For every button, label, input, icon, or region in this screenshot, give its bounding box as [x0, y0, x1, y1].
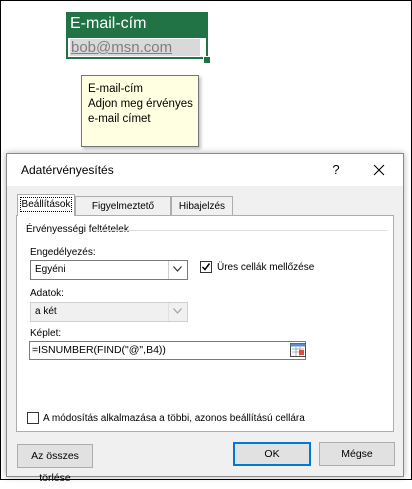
close-icon [373, 164, 385, 176]
tab-error-alert[interactable]: Hibajelzés [171, 196, 233, 216]
allow-label: Engedélyezés: [30, 247, 96, 258]
range-select-button[interactable] [290, 343, 306, 357]
close-button[interactable] [367, 159, 391, 181]
data-select[interactable]: a két [30, 302, 188, 322]
ignore-blank-checkbox[interactable] [200, 261, 212, 273]
tab-settings[interactable]: Beállítások [17, 194, 75, 216]
chevron-down-icon [173, 308, 182, 314]
dialog-title: Adatérvényesítés [21, 163, 114, 177]
header-cell[interactable]: E-mail-cím [66, 12, 208, 36]
data-validation-dialog: Adatérvényesítés ? Beállítások Figyelmez… [6, 153, 404, 484]
data-select-value: a két [35, 306, 57, 317]
cancel-button[interactable]: Mégse [319, 442, 395, 466]
allow-select[interactable]: Egyéni [30, 260, 188, 280]
email-cell-value: bob@msn.com [70, 39, 200, 56]
allow-dropdown-arrow[interactable] [168, 261, 187, 279]
dialog-titlebar: Adatérvényesítés ? [7, 154, 403, 186]
group-divider [95, 230, 387, 231]
help-button[interactable]: ? [325, 159, 347, 181]
allow-select-value: Egyéni [35, 264, 66, 275]
tab-input-message[interactable]: Figyelmeztető üzenet [75, 196, 171, 232]
clear-all-button[interactable]: Az összes törlése [17, 444, 93, 484]
apply-to-all-label: A módosítás alkalmazása a többi, azonos … [43, 413, 305, 424]
tab-error-alert-label: Hibajelzés [178, 201, 226, 212]
data-dropdown-arrow[interactable] [168, 303, 187, 321]
range-select-icon [290, 343, 306, 357]
tab-settings-label: Beállítások [19, 197, 73, 212]
data-label: Adatok: [30, 288, 64, 299]
tooltip-message: Adjon meg érvényes e-mail címet [88, 98, 193, 125]
input-message-tooltip: E-mail-cím Adjon meg érvényes e-mail cím… [81, 75, 199, 147]
formula-label: Képlet: [30, 328, 62, 339]
apply-to-all-checkbox[interactable] [27, 412, 39, 424]
chevron-down-icon [173, 266, 182, 272]
ignore-blank-label: Üres cellák mellőzése [217, 262, 315, 273]
email-cell[interactable]: bob@msn.com [66, 36, 208, 59]
checkmark-icon [201, 263, 211, 271]
fill-handle[interactable] [203, 56, 211, 64]
tooltip-title: E-mail-cím [88, 83, 143, 95]
formula-input[interactable]: =ISNUMBER(FIND("@",B4)) [29, 341, 306, 360]
ok-button[interactable]: OK [233, 442, 311, 466]
